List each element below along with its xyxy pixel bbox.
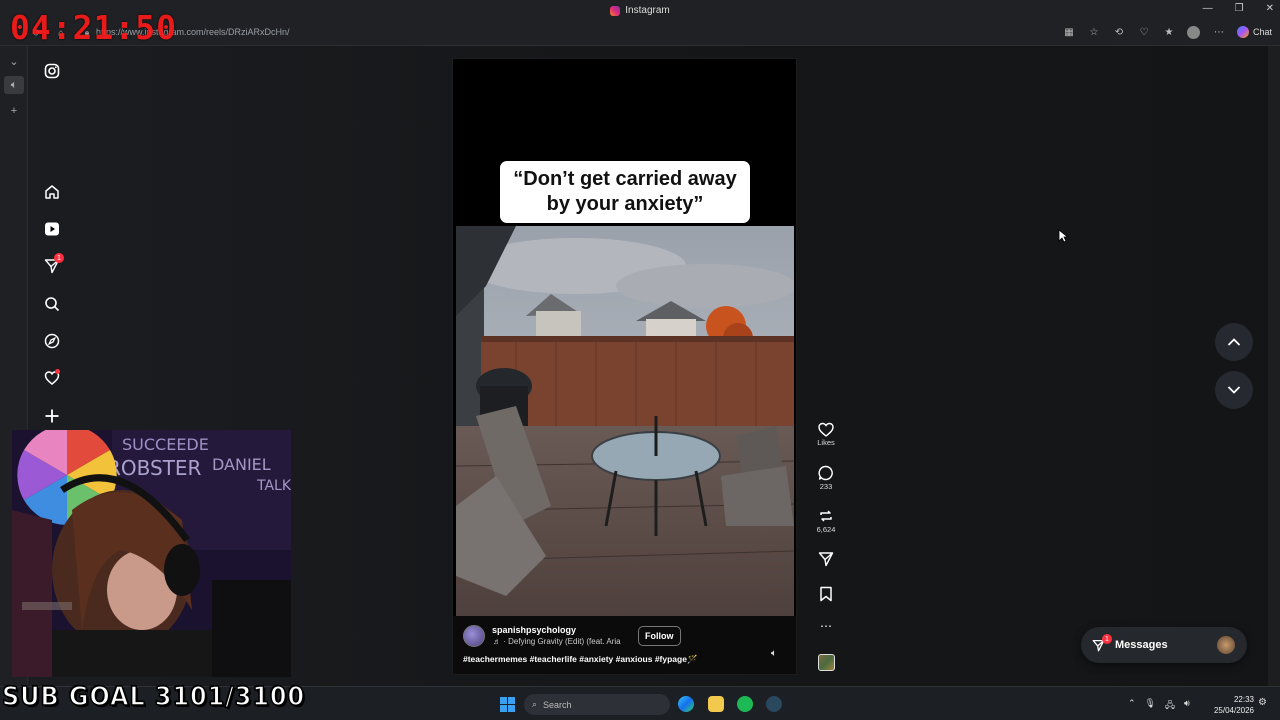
more-options-icon[interactable]: ⋯ — [1212, 25, 1226, 39]
tray-overflow-icon[interactable]: ⌃ — [1128, 698, 1136, 714]
screen: Instagram — ❐ ✕ ⟳ ⌂ 🔒︎ https://www.insta… — [0, 0, 1280, 720]
audio-thumbnail[interactable] — [818, 654, 835, 671]
author-avatar[interactable] — [463, 625, 485, 647]
stream-timer: 04:21:50 — [10, 8, 177, 47]
chevron-up-icon — [1227, 338, 1241, 346]
instagram-favicon-icon — [610, 5, 621, 16]
browser-toolbar: ⟳ ⌂ 🔒︎ https://www.instagram.com/reels/D… — [0, 21, 1280, 46]
reel-player[interactable]: “Don’t get carried away by your anxiety” — [452, 58, 797, 675]
comment-button[interactable]: 233 — [810, 465, 842, 491]
next-reel-button[interactable] — [1215, 371, 1253, 409]
reel-video[interactable] — [456, 226, 794, 616]
comments-count: 233 — [819, 482, 833, 491]
favorites-icon[interactable]: ★ — [1162, 25, 1176, 39]
notification-dot — [55, 369, 60, 374]
more-options-button[interactable]: ⋯ — [810, 619, 842, 633]
profile-icon[interactable] — [1187, 25, 1201, 39]
message-avatar — [1217, 636, 1235, 654]
chevron-down-icon — [1227, 386, 1241, 394]
window-titlebar: Instagram — ❐ ✕ — [0, 0, 1280, 21]
messages-label: Messages — [1115, 639, 1168, 651]
share-icon — [818, 552, 834, 567]
bookmark-icon — [820, 586, 832, 602]
streamer-webcam: SUCCEEDE ROBSTER DANIEL TALK — [12, 430, 291, 677]
favorite-star-icon[interactable]: ☆ — [1087, 25, 1101, 39]
share-button[interactable] — [810, 551, 842, 567]
reposts-count: 6,624 — [816, 525, 836, 534]
window-title: Instagram — [625, 5, 670, 16]
repost-button[interactable]: 6,624 — [810, 508, 842, 534]
app-available-icon[interactable]: ▦ — [1062, 25, 1076, 39]
mouse-cursor-icon — [1058, 229, 1068, 243]
clock-time: 22:33 — [1233, 695, 1254, 704]
search-placeholder: Search — [543, 699, 572, 710]
svg-text:DANIEL: DANIEL — [212, 455, 271, 474]
heart-icon — [818, 422, 834, 437]
copilot-icon — [1236, 26, 1249, 38]
svg-text:TALK: TALK — [256, 478, 291, 494]
windows-start-icon[interactable] — [500, 697, 515, 712]
instagram-logo-icon[interactable] — [38, 57, 66, 85]
explore-nav-icon[interactable] — [38, 327, 66, 355]
messages-badge: 1 — [1102, 634, 1112, 644]
extensions-icon[interactable]: ⟲ — [1112, 25, 1126, 39]
svg-text:SUCCEEDE: SUCCEEDE — [122, 435, 209, 454]
chat-label: Chat — [1252, 27, 1272, 37]
steam-icon[interactable] — [766, 696, 782, 712]
chevron-down-icon[interactable]: ⌄ — [4, 52, 24, 70]
notifications-heart-icon[interactable] — [38, 364, 66, 392]
comment-icon — [818, 465, 833, 481]
notification-badge: 1 — [54, 253, 64, 263]
notifications-icon[interactable]: ⚙︎ — [1258, 697, 1267, 708]
likes-label: Likes — [817, 438, 835, 447]
browser-essentials-icon[interactable]: ♡ — [1137, 25, 1151, 39]
minimize-button[interactable]: — — [1203, 3, 1213, 14]
sub-goal-overlay: SUB GOAL 3101/3100 — [1, 681, 306, 713]
previous-reel-button[interactable] — [1215, 323, 1253, 361]
music-note-icon: ♬ · — [493, 637, 509, 646]
microphone-icon[interactable]: 🎙︎ — [1145, 698, 1156, 714]
messages-button[interactable]: 1 Messages — [1081, 627, 1247, 663]
ellipsis-icon: ⋯ — [820, 619, 832, 633]
follow-button[interactable]: Follow — [638, 626, 681, 646]
file-explorer-icon[interactable] — [708, 696, 724, 712]
search-icon: ⌕ — [532, 699, 538, 709]
speaker-icon[interactable]: 🔊︎ — [1184, 698, 1190, 714]
new-tab-icon[interactable]: + — [4, 102, 24, 120]
spotify-icon[interactable] — [737, 696, 753, 712]
clock-date: 25/04/2026 — [1213, 706, 1254, 715]
repost-icon — [820, 510, 832, 522]
taskbar-clock[interactable]: 22:33 25/04/2026 — [1208, 694, 1254, 716]
copilot-chat-button[interactable]: Chat — [1236, 26, 1272, 38]
create-nav-icon[interactable] — [38, 402, 66, 430]
search-nav-icon[interactable] — [38, 290, 66, 318]
audio-tab-icon[interactable]: 🔈︎ — [4, 76, 24, 94]
taskbar-search[interactable]: ⌕ Search — [524, 694, 670, 715]
system-tray: ⌃ 🎙︎ 🖧︎ 🔊︎ — [1128, 698, 1190, 714]
reel-info: spanishpsychology ♬ · Defying Gravity (E… — [453, 616, 796, 674]
reels-nav-icon[interactable] — [38, 215, 66, 243]
audio-track[interactable]: ♬ · Defying Gravity (Edit) (feat. Aria — [493, 637, 625, 646]
network-icon[interactable]: 🖧︎ — [1165, 698, 1175, 714]
direct-messages-nav-icon[interactable]: 1 — [38, 252, 66, 280]
reel-hashtags[interactable]: #teachermemes #teacherlife #anxiety #anx… — [463, 654, 698, 665]
close-button[interactable]: ✕ — [1266, 3, 1274, 14]
page-scrollbar[interactable] — [1268, 46, 1280, 686]
author-username[interactable]: spanishpsychology — [492, 625, 576, 635]
edge-browser-icon[interactable] — [678, 696, 694, 712]
reel-caption-overlay: “Don’t get carried away by your anxiety” — [500, 161, 750, 223]
save-button[interactable] — [810, 586, 842, 602]
volume-icon[interactable]: 🔈︎ — [771, 648, 777, 659]
like-button[interactable]: Likes — [810, 422, 842, 447]
restore-button[interactable]: ❐ — [1235, 3, 1244, 14]
home-nav-icon[interactable] — [38, 178, 66, 206]
svg-text:ROBSTER: ROBSTER — [107, 456, 202, 480]
